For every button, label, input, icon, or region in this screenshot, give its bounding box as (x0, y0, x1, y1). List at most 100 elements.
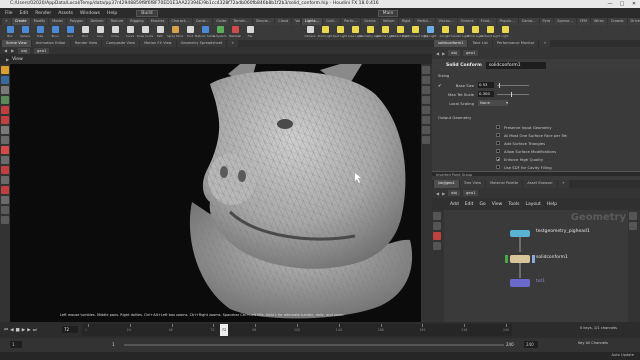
shelf-tab[interactable]: Deform (87, 18, 107, 25)
current-frame-field[interactable]: 72 (62, 326, 78, 333)
handle-tool-icon[interactable] (1, 116, 9, 124)
ghost-tool-icon[interactable] (1, 216, 9, 224)
shelf-tool-circle[interactable]: Circle (108, 25, 122, 40)
shelf-tab[interactable]: Polygon (66, 18, 87, 25)
forward-arrow-icon[interactable]: ▶ (442, 51, 445, 56)
option-checkbox[interactable] (496, 149, 500, 153)
jump-end-icon[interactable]: ⏭ (33, 327, 37, 333)
normals-icon[interactable] (422, 106, 430, 114)
shelf-tool-environment-light[interactable]: Environment Light (402, 25, 428, 40)
menu-assets[interactable]: Assets (57, 11, 74, 16)
menu-windows[interactable]: Windows (79, 11, 101, 16)
play-icon[interactable]: ▶ (22, 328, 25, 333)
end-frame-field-b[interactable]: 240 (524, 341, 538, 348)
viewer-path-geo1[interactable]: geo1 (33, 47, 50, 54)
shelf-tool-gi-light[interactable]: GI Light (438, 25, 452, 40)
option-checkbox[interactable] (496, 125, 500, 129)
shelf-tab[interactable]: Vellum (379, 18, 398, 25)
key-all-channels-button[interactable]: Key All Channels (578, 341, 608, 345)
view-label[interactable]: View (12, 57, 23, 62)
shelf-tab[interactable]: Lights… (302, 18, 323, 25)
bypass-flag[interactable] (505, 255, 508, 263)
tab-animation-editor[interactable]: Animation Editor (31, 40, 70, 47)
tab-material-palette[interactable]: Material Palette (486, 180, 523, 188)
shelf-tool-curve[interactable]: Curve (123, 25, 137, 40)
pose-tool-icon[interactable] (1, 126, 9, 134)
shelf-tab[interactable]: Muscles (147, 18, 168, 25)
snap-tool-icon[interactable] (1, 136, 9, 144)
shelf-tab[interactable]: Modify (30, 18, 49, 25)
tab-network-geo1[interactable]: /obj/geo1 (434, 180, 459, 188)
shelf-tab[interactable]: Partic… (341, 18, 361, 25)
shelf-tool-sphere[interactable]: Sphere (18, 25, 32, 40)
shelf-tab[interactable]: Pyro FX (539, 18, 554, 30)
network-color-icon[interactable] (433, 232, 441, 240)
add-tab-button[interactable]: + (227, 40, 239, 47)
step-back-icon[interactable]: ◀ (10, 328, 13, 333)
network-path-obj[interactable]: obj (448, 190, 460, 196)
local-scaling-dropdown[interactable]: None ▾ (478, 100, 508, 106)
shelf-tool-path[interactable]: Path (153, 25, 167, 40)
shelf-tab[interactable]: Model (49, 18, 66, 25)
option-checkbox[interactable] (496, 165, 500, 169)
shelf-tab[interactable]: + (2, 18, 11, 25)
tab-scene-view[interactable]: Scene View (2, 40, 31, 47)
network-path-geo1[interactable]: geo1 (462, 190, 479, 196)
maximize-button[interactable]: □ (616, 0, 628, 8)
shelf-tab[interactable]: Create (11, 18, 30, 25)
option-checkbox[interactable]: ✔ (496, 157, 500, 162)
camera-tool-icon[interactable] (1, 156, 9, 164)
shelf-tool-file[interactable]: File (243, 25, 257, 40)
max-tet-scale-slider[interactable] (497, 91, 529, 97)
main-desktop-button[interactable]: Main (377, 9, 399, 17)
tab-composite-view[interactable]: Composite View (102, 40, 140, 47)
back-arrow-icon[interactable]: ◀ (436, 51, 439, 56)
start-frame-field[interactable]: 1 (10, 341, 22, 348)
node-testgeometry-pighead1[interactable] (510, 230, 530, 237)
shelf-tool-caustic-light[interactable]: Caustic Light (451, 25, 469, 40)
forward-arrow-icon[interactable]: ▶ (442, 191, 445, 196)
network-select-icon[interactable] (433, 212, 441, 220)
shelf-tool-tube[interactable]: Tube (33, 25, 47, 40)
shelf-tool-grid[interactable]: Grid (63, 25, 77, 40)
record-tool-icon[interactable] (1, 186, 9, 194)
view-tool-icon[interactable] (1, 76, 9, 84)
tab-geometry-spreadsheet[interactable]: Geometry Spreadsheet (176, 40, 227, 47)
network-menu-view[interactable]: View (492, 202, 503, 207)
shelf-tab[interactable]: Texture (107, 18, 127, 25)
shelf-tool-light[interactable]: Light (498, 25, 512, 40)
max-tet-scale-field[interactable]: 0.300 (478, 91, 494, 97)
add-tab-button[interactable]: + (557, 180, 569, 188)
shelf-tab[interactable]: Drive… (627, 18, 640, 25)
display-flag[interactable] (532, 255, 535, 263)
end-frame-field[interactable]: 240 (506, 341, 520, 348)
scale-tool-icon[interactable] (1, 106, 9, 114)
shelf-tool-ambient-light[interactable]: Ambient Light (480, 25, 500, 40)
shelf-tab[interactable]: Conta… (518, 18, 539, 25)
shelf-tool-line[interactable]: Line (93, 25, 107, 40)
points-icon[interactable] (422, 96, 430, 104)
background-icon[interactable] (422, 136, 430, 144)
close-button[interactable]: ✕ (628, 0, 640, 8)
forward-arrow-icon[interactable]: ▶ (11, 48, 14, 53)
shelf-tab[interactable]: Const… (192, 18, 213, 25)
back-arrow-icon[interactable]: ◀ (436, 191, 439, 196)
shelf-tool-torus[interactable]: Torus (48, 25, 62, 40)
lighting-icon[interactable] (422, 126, 430, 134)
select-mode-icon[interactable] (1, 206, 9, 214)
paint-tool-icon[interactable] (1, 146, 9, 154)
network-menu-add[interactable]: Add (450, 202, 459, 207)
node-tet1[interactable] (510, 279, 530, 287)
shelf-tab[interactable]: Particl… (414, 18, 435, 25)
shelf-tool-metaball[interactable]: Metaball (228, 25, 242, 40)
menu-help[interactable]: Help (106, 11, 118, 16)
tab-motion-fx-view[interactable]: Motion FX View (140, 40, 176, 47)
network-zoom-icon[interactable] (629, 212, 637, 220)
shelf-tool-null[interactable]: Null (78, 25, 92, 40)
shelf-tool-sky-light[interactable]: Sky Light (423, 25, 437, 40)
minimize-button[interactable]: — (604, 0, 616, 8)
shelf-tab[interactable]: Terrain… (230, 18, 252, 25)
auto-update-button[interactable]: Auto Update (611, 353, 634, 357)
shelf-tool-camera[interactable]: Camera (303, 25, 317, 40)
timeline-ruler[interactable]: 1 24 48 72 96 120 144 168 192 216 240 72 (82, 324, 512, 336)
